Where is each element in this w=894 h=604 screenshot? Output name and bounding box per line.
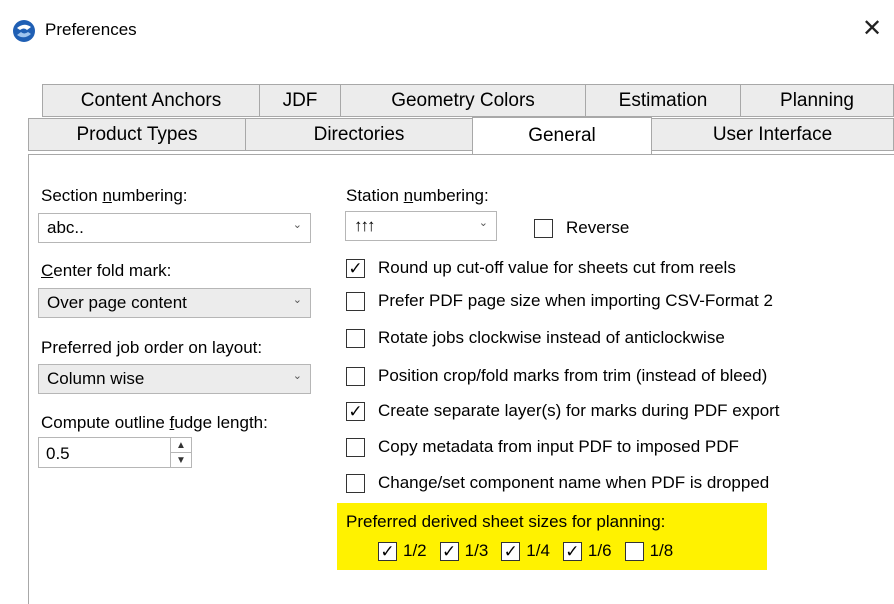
label-text: udge length: [174, 413, 268, 432]
checkbox-label: 1/8 [649, 541, 674, 560]
app-icon [13, 20, 35, 42]
tab-general[interactable]: General [472, 117, 652, 154]
checkbox-label: 1/4 [526, 541, 550, 560]
spin-up-icon[interactable]: ▲ [171, 438, 191, 453]
label-text: umbering: [413, 186, 489, 205]
checkbox-label: 1/3 [464, 541, 489, 560]
section-numbering-label: Section numbering: [41, 186, 188, 206]
option-position-marks-from-trim[interactable]: Position crop/fold marks from trim (inst… [346, 364, 767, 388]
tab-geometry-colors[interactable]: Geometry Colors [340, 84, 586, 117]
reverse-checkbox[interactable] [534, 218, 553, 238]
checkbox-label: Round up cut-off value for sheets cut fr… [378, 258, 736, 277]
checkbox[interactable]: ✓ [439, 541, 459, 561]
select-value: Column wise [47, 369, 145, 388]
close-icon[interactable]: ✕ [862, 14, 882, 44]
select-value: Over page content [47, 293, 187, 312]
option-round-up-cutoff[interactable]: ✓ Round up cut-off value for sheets cut … [346, 256, 736, 280]
checkbox-label: Reverse [566, 218, 630, 237]
derived-sizes-label: Preferred derived sheet sizes for planni… [346, 512, 666, 531]
checkbox-label: 1/6 [587, 541, 612, 560]
option-copy-metadata[interactable]: Copy metadata from input PDF to imposed … [346, 435, 739, 459]
tab-label: Product Types [76, 123, 198, 145]
checkbox-label: Create separate layer(s) for marks durin… [378, 401, 780, 420]
checkbox[interactable] [346, 366, 365, 386]
station-numbering-label: Station numbering: [346, 186, 489, 206]
size-option-1-3[interactable]: ✓ 1/3 [439, 541, 489, 561]
checkbox-label: Rotate jobs clockwise instead of anticlo… [378, 328, 725, 347]
checkbox-label: Position crop/fold marks from trim (inst… [378, 366, 768, 385]
checkbox[interactable] [346, 328, 365, 348]
chevron-down-icon: ⌄ [292, 370, 302, 382]
checkbox[interactable] [624, 541, 644, 561]
derived-sizes-group: ✓ 1/2 ✓ 1/3 ✓ 1/4 ✓ 1/6 1/8 [378, 541, 686, 561]
fudge-length-stepper[interactable]: 0.5 ▲ ▼ [38, 437, 192, 468]
checkbox[interactable]: ✓ [346, 401, 365, 421]
title-bar: Preferences ✕ [0, 0, 894, 62]
tab-planning[interactable]: Planning [740, 84, 894, 117]
spin-down-icon[interactable]: ▼ [171, 453, 191, 467]
checkbox-label: Change/set component name when PDF is dr… [378, 473, 770, 492]
chevron-down-icon: ⌄ [292, 294, 302, 306]
tab-label: Content Anchors [80, 89, 222, 111]
station-numbering-select[interactable]: ↑↑↑ ⌄ [345, 211, 497, 241]
tab-label: Estimation [618, 89, 708, 111]
job-order-label: Preferred job order on layout: [41, 338, 263, 357]
tab-label: General [528, 125, 596, 146]
center-fold-label: Center fold mark: [41, 261, 171, 281]
label-text: Section [41, 186, 103, 205]
option-rotate-clockwise[interactable]: Rotate jobs clockwise instead of anticlo… [346, 326, 725, 350]
size-option-1-8[interactable]: 1/8 [624, 541, 674, 561]
tab-label: Geometry Colors [391, 89, 535, 111]
tab-jdf[interactable]: JDF [259, 84, 341, 117]
fudge-length-label: Compute outline fudge length: [41, 413, 268, 433]
tab-user-interface[interactable]: User Interface [651, 118, 894, 151]
access-key: n [102, 186, 112, 205]
station-order-icon: ↑↑↑ [354, 216, 375, 235]
tab-label: User Interface [712, 123, 833, 145]
tab-label: Planning [780, 89, 854, 111]
label-text: Compute outline [41, 413, 170, 432]
tab-product-types[interactable]: Product Types [28, 118, 246, 151]
checkbox[interactable]: ✓ [562, 541, 582, 561]
checkbox[interactable] [346, 437, 365, 457]
checkbox-label: Copy metadata from input PDF to imposed … [378, 437, 739, 456]
option-set-component-name[interactable]: Change/set component name when PDF is dr… [346, 471, 769, 495]
center-fold-select[interactable]: Over page content ⌄ [38, 288, 311, 318]
tab-label: JDF [282, 89, 318, 111]
checkbox[interactable]: ✓ [501, 541, 521, 561]
stepper-value[interactable]: 0.5 [46, 444, 70, 464]
section-numbering-select[interactable]: abc.. ⌄ [38, 213, 311, 243]
checkbox[interactable] [346, 291, 365, 311]
option-separate-layers[interactable]: ✓ Create separate layer(s) for marks dur… [346, 399, 780, 423]
access-key: C [41, 261, 54, 280]
chevron-down-icon: ⌄ [478, 217, 488, 229]
window-title: Preferences [45, 20, 137, 39]
access-key: n [403, 186, 414, 205]
tab-estimation[interactable]: Estimation [585, 84, 741, 117]
checkbox-label: Prefer PDF page size when importing CSV-… [378, 291, 773, 310]
size-option-1-6[interactable]: ✓ 1/6 [562, 541, 612, 561]
checkbox[interactable]: ✓ [346, 258, 365, 278]
stepper-buttons: ▲ ▼ [170, 438, 191, 467]
size-option-1-2[interactable]: ✓ 1/2 [378, 541, 427, 561]
size-option-1-4[interactable]: ✓ 1/4 [501, 541, 550, 561]
label-text: umbering: [111, 186, 188, 205]
tab-directories[interactable]: Directories [245, 118, 473, 151]
chevron-down-icon: ⌄ [292, 219, 302, 231]
reverse-option[interactable]: Reverse [534, 216, 629, 240]
label-text: Station [346, 186, 404, 205]
label-text: enter fold mark: [53, 261, 172, 280]
checkbox-label: 1/2 [403, 541, 427, 560]
option-prefer-pdf-page-size[interactable]: Prefer PDF page size when importing CSV-… [346, 289, 773, 313]
checkbox[interactable] [346, 473, 365, 493]
select-value: abc.. [47, 218, 84, 237]
job-order-select[interactable]: Column wise ⌄ [38, 364, 311, 394]
tab-label: Directories [313, 123, 405, 145]
tab-content-anchors[interactable]: Content Anchors [42, 84, 260, 117]
checkbox[interactable]: ✓ [378, 541, 397, 561]
